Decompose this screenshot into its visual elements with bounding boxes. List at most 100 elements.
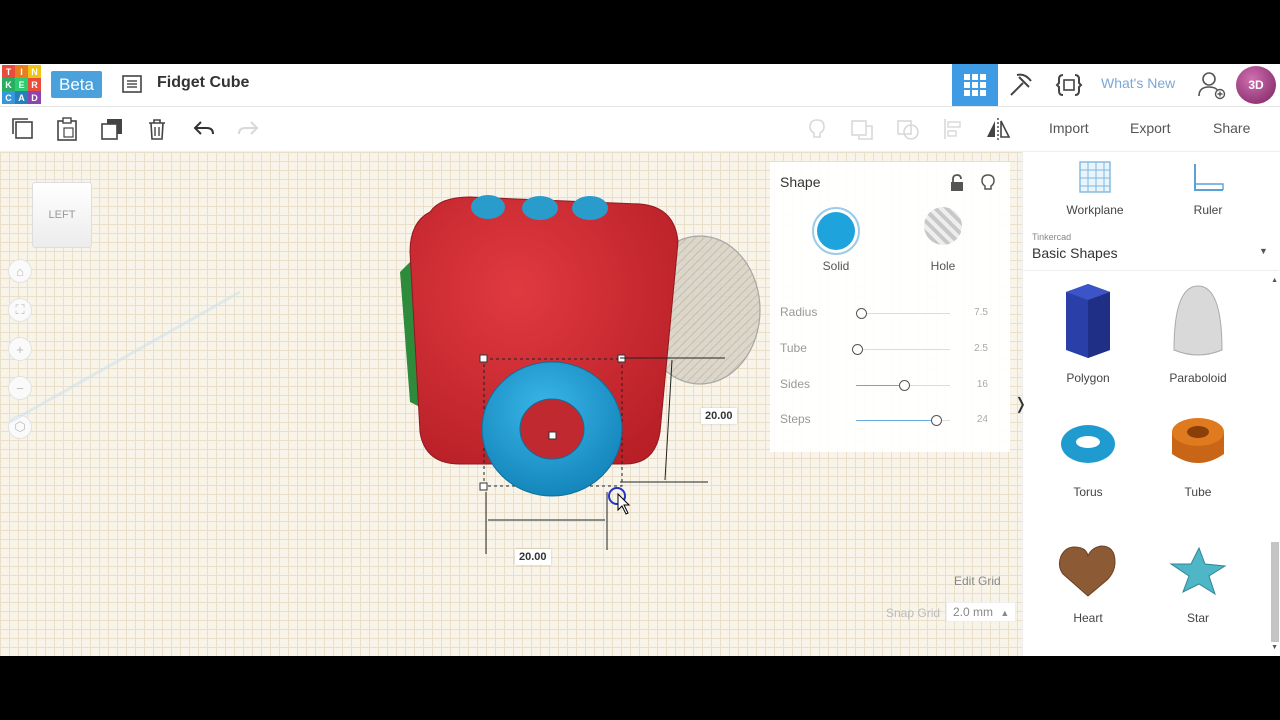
radius-label: Radius (780, 305, 818, 319)
grid-icon (964, 74, 986, 96)
add-user-icon[interactable] (1196, 70, 1226, 100)
snap-grid-label: Snap Grid (886, 606, 941, 620)
tube-knob[interactable] (852, 344, 863, 355)
shape-label: Paraboloid (1169, 371, 1227, 385)
codeblocks-icon[interactable] (1054, 70, 1084, 100)
design-title[interactable]: Fidget Cube (157, 74, 249, 92)
export-button[interactable]: Export (1130, 120, 1170, 136)
logo-letter: A (15, 91, 28, 104)
collapse-panel-chevron-icon[interactable]: ❭ (1014, 394, 1027, 414)
tube-value[interactable]: 2.5 (966, 343, 988, 354)
user-avatar[interactable]: 3D (1236, 66, 1276, 104)
shape-polygon[interactable]: Polygon (1038, 282, 1138, 385)
inspector-title: Shape (780, 174, 821, 190)
steps-value[interactable]: 24 (966, 414, 988, 425)
hole-button[interactable] (924, 207, 962, 245)
shape-label: Heart (1073, 611, 1103, 625)
shape-inspector: Shape Solid Hole Radius 7.5 Tube 2.5 Sid… (770, 162, 1010, 452)
sides-slider[interactable] (856, 380, 950, 391)
library-dropdown[interactable]: Basic Shapes (1032, 245, 1118, 261)
tube-icon (1172, 418, 1224, 463)
heart-icon (1058, 545, 1116, 597)
ruler-icon (1194, 164, 1224, 191)
shape-tube[interactable]: Tube (1148, 414, 1248, 499)
blocks-pickaxe-icon[interactable] (1006, 70, 1036, 100)
undo-icon[interactable] (190, 115, 218, 143)
star-icon (1169, 546, 1227, 596)
sides-label: Sides (780, 377, 811, 391)
snap-grid-select[interactable]: 2.0 mm ▲ (946, 602, 1017, 622)
radius-knob[interactable] (856, 308, 867, 319)
group-icon[interactable] (848, 115, 876, 143)
visibility-bulb-icon[interactable] (980, 174, 996, 197)
caret-up-icon: ▲ (1000, 608, 1010, 618)
logo-letter: N (28, 65, 41, 78)
mirror-icon[interactable] (984, 115, 1012, 143)
tinkercad-app: T I N K E R C A D Beta Fidget Cube What'… (0, 64, 1280, 656)
shape-label: Torus (1073, 485, 1103, 499)
redo-icon[interactable] (234, 115, 262, 143)
radius-slider[interactable] (856, 308, 950, 319)
shape-torus[interactable]: Torus (1038, 414, 1138, 499)
logo-letter: D (28, 91, 41, 104)
logo-letter: K (2, 78, 15, 91)
paste-icon[interactable] (53, 115, 81, 143)
dropdown-caret-icon[interactable]: ▼ (1259, 246, 1268, 256)
ungroup-icon[interactable] (894, 115, 922, 143)
panel-scrollbar[interactable] (1271, 542, 1279, 642)
shape-label: Tube (1184, 485, 1212, 499)
solid-label: Solid (822, 259, 850, 273)
ruler-button[interactable]: Ruler (1168, 160, 1248, 217)
share-button[interactable]: Share (1213, 120, 1250, 136)
library-source: Tinkercad (1032, 232, 1072, 242)
import-button[interactable]: Import (1049, 120, 1089, 136)
show-all-icon[interactable] (803, 115, 831, 143)
dimension-height-label[interactable]: 20.00 (701, 408, 737, 424)
shape-star[interactable]: Star (1148, 540, 1248, 625)
solid-button[interactable] (812, 207, 860, 255)
steps-label: Steps (780, 412, 811, 426)
scroll-down-icon[interactable]: ▼ (1271, 644, 1278, 651)
snap-grid-value: 2.0 mm (953, 605, 994, 619)
shape-heart[interactable]: Heart (1038, 540, 1138, 625)
tube-label: Tube (780, 341, 807, 355)
radius-value[interactable]: 7.5 (966, 307, 988, 318)
hole-label: Hole (930, 259, 956, 273)
sides-value[interactable]: 16 (966, 379, 988, 390)
delete-icon[interactable] (143, 115, 171, 143)
workplane-icon (1079, 161, 1111, 193)
dimension-width-label[interactable]: 20.00 (515, 549, 551, 565)
solid-color-swatch (817, 212, 855, 250)
3d-design-view-button[interactable] (952, 64, 998, 106)
steps-knob[interactable] (931, 415, 942, 426)
steps-slider[interactable] (856, 415, 950, 426)
logo-letter: I (15, 65, 28, 78)
edit-toolbar: Import Export Share (0, 107, 1280, 152)
tube-slider[interactable] (852, 344, 950, 355)
duplicate-icon[interactable] (98, 115, 126, 143)
polygon-icon (1066, 284, 1110, 358)
paraboloid-icon (1173, 285, 1223, 356)
shape-paraboloid[interactable]: Paraboloid (1148, 282, 1248, 385)
beta-badge[interactable]: Beta (51, 71, 102, 98)
shape-label: Star (1186, 611, 1209, 625)
logo-letter: C (2, 91, 15, 104)
logo-letter: R (28, 78, 41, 91)
sides-knob[interactable] (899, 380, 910, 391)
ruler-label: Ruler (1193, 203, 1223, 217)
edit-grid-button[interactable]: Edit Grid (954, 574, 1001, 588)
workplane-button[interactable]: Workplane (1055, 160, 1135, 217)
scroll-up-icon[interactable]: ▲ (1271, 277, 1278, 284)
workplane-canvas[interactable]: LEFT ⌂ ⛶ + − ⬡ 20.00 20.00 Shape Solid H… (0, 152, 1022, 656)
copy-icon[interactable] (9, 115, 37, 143)
logo-letter: E (15, 78, 28, 91)
whats-new-link[interactable]: What's New (1101, 75, 1175, 91)
design-list-icon[interactable] (122, 74, 142, 94)
shapes-panel: Workplane Ruler Tinkercad Basic Shapes ▼… (1022, 152, 1280, 656)
tinkercad-logo[interactable]: T I N K E R C A D (2, 65, 42, 105)
torus-icon (1061, 425, 1115, 463)
top-bar: T I N K E R C A D Beta Fidget Cube What'… (0, 64, 1280, 107)
workplane-label: Workplane (1066, 203, 1124, 217)
lock-icon[interactable] (949, 174, 965, 197)
align-icon[interactable] (940, 115, 968, 143)
